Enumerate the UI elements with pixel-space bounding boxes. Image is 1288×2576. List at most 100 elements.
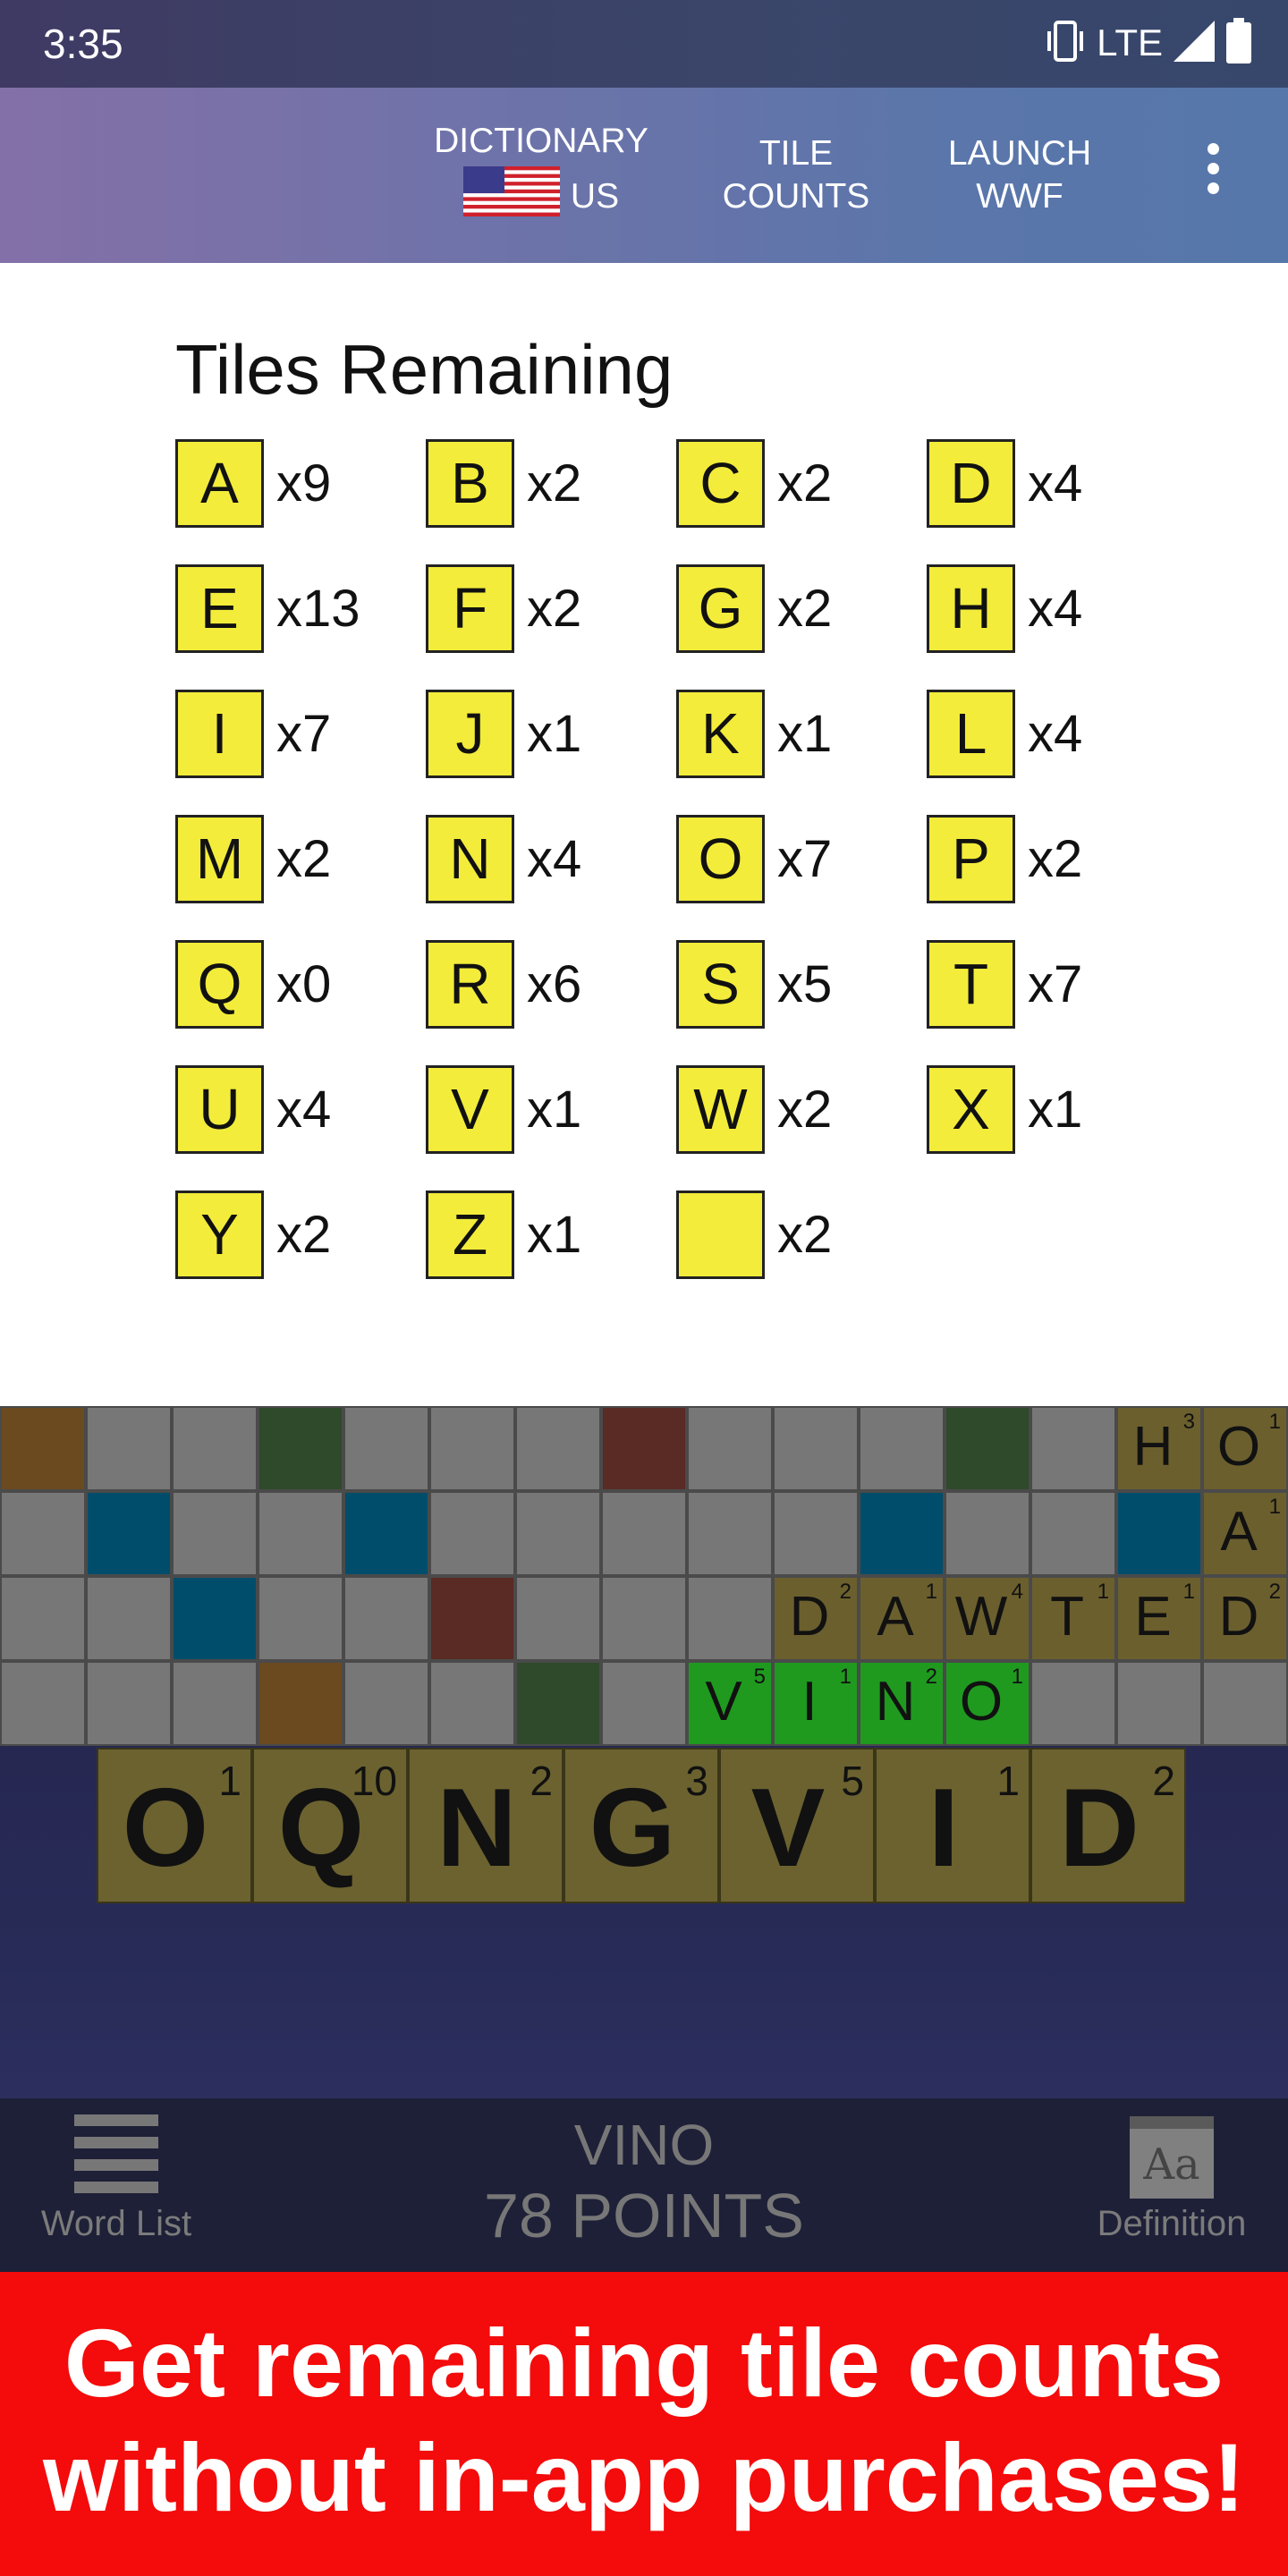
board-tile[interactable]: T1 [1030, 1576, 1116, 1661]
bonus-square[interactable] [86, 1491, 172, 1576]
board-square[interactable] [343, 1661, 429, 1746]
board-square[interactable] [172, 1491, 258, 1576]
bonus-square[interactable] [859, 1491, 945, 1576]
launch-wwf-button[interactable]: LAUNCH WWF [930, 132, 1109, 218]
tile-count-item: Vx1 [426, 1063, 667, 1156]
launch-label-1: LAUNCH [947, 134, 1092, 173]
board-square[interactable] [773, 1406, 859, 1491]
rack-tile[interactable]: D2 [1030, 1748, 1186, 1903]
game-board[interactable]: H3O1A1D2A1W4T1E1D2V5I1N2O1 [0, 1406, 1288, 1746]
bonus-square[interactable] [0, 1406, 86, 1491]
rack-tile-points: 2 [1152, 1758, 1175, 1804]
board-square[interactable] [601, 1491, 687, 1576]
board-tile[interactable]: O1 [945, 1661, 1030, 1746]
board-square[interactable] [0, 1576, 86, 1661]
board-square[interactable] [687, 1406, 773, 1491]
current-points: 78 POINTS [484, 2181, 804, 2250]
tile-count: x2 [777, 1205, 833, 1264]
rack-tile[interactable]: N2 [408, 1748, 564, 1903]
signal-icon [1172, 19, 1216, 68]
board-square[interactable] [1030, 1661, 1116, 1746]
board-tile[interactable]: I1 [773, 1661, 859, 1746]
board-square[interactable] [945, 1491, 1030, 1576]
rack-tile[interactable]: Q 10 [252, 1748, 408, 1903]
board-square[interactable] [0, 1491, 86, 1576]
board-square[interactable] [687, 1491, 773, 1576]
board-square[interactable] [172, 1406, 258, 1491]
board-square[interactable] [859, 1406, 945, 1491]
board-square[interactable] [0, 1661, 86, 1746]
bonus-square[interactable] [945, 1406, 1030, 1491]
board-tile-points: 1 [839, 1665, 852, 1689]
bonus-square[interactable] [515, 1661, 601, 1746]
tile-count-item: Kx1 [676, 687, 918, 780]
bonus-square[interactable] [601, 1406, 687, 1491]
definition-icon: Aa [1130, 2116, 1214, 2199]
tile-count: x7 [777, 829, 833, 888]
tile-counts-button[interactable]: TILE COUNTS [698, 132, 894, 218]
board-tile-points: 1 [1268, 1410, 1281, 1434]
app-bar: DICTIONARY US TILE COUNTS LAUNCH WWF [0, 88, 1288, 263]
word-list-button[interactable]: Word List [27, 2114, 206, 2244]
board-tile[interactable]: E1 [1116, 1576, 1202, 1661]
board-square[interactable] [258, 1576, 343, 1661]
definition-button[interactable]: Aa Definition [1082, 2116, 1261, 2244]
board-square[interactable] [86, 1406, 172, 1491]
board-square[interactable] [429, 1406, 515, 1491]
tile-rack[interactable]: O 1 Q 10 N 2 G 3 V 5 I 1 D 2 [97, 1748, 1186, 1903]
board-square[interactable] [343, 1576, 429, 1661]
board-tile[interactable]: O1 [1202, 1406, 1288, 1491]
tile-count: x4 [1028, 704, 1083, 763]
board-square[interactable] [601, 1661, 687, 1746]
board-tile[interactable]: D2 [773, 1576, 859, 1661]
board-tile[interactable]: H3 [1116, 1406, 1202, 1491]
board-square[interactable] [343, 1406, 429, 1491]
board-square[interactable] [515, 1406, 601, 1491]
current-word-display[interactable]: VINO 78 POINTS [394, 2111, 894, 2252]
board-tile[interactable]: W4 [945, 1576, 1030, 1661]
rack-tile[interactable]: O1 [97, 1748, 252, 1903]
more-vert-icon[interactable] [1195, 143, 1231, 206]
board-square[interactable] [429, 1491, 515, 1576]
rack-tile[interactable]: I1 [875, 1748, 1030, 1903]
board-square[interactable] [773, 1491, 859, 1576]
vibrate-icon [1043, 19, 1088, 68]
board-square[interactable] [258, 1491, 343, 1576]
tile-count-item: Ix7 [175, 687, 417, 780]
board-tile[interactable]: V5 [687, 1661, 773, 1746]
board-square[interactable] [601, 1576, 687, 1661]
board-square[interactable] [429, 1661, 515, 1746]
board-square[interactable] [86, 1661, 172, 1746]
rack-tile[interactable]: G3 [564, 1748, 719, 1903]
tile-count-item: Gx2 [676, 562, 918, 655]
bonus-square[interactable] [258, 1406, 343, 1491]
bonus-square[interactable] [343, 1491, 429, 1576]
bonus-square[interactable] [429, 1576, 515, 1661]
board-tile-letter: W [954, 1586, 1008, 1648]
board-square[interactable] [515, 1576, 601, 1661]
dictionary-button[interactable]: DICTIONARY US [429, 120, 653, 227]
rack-area: O 1 Q 10 N 2 G 3 V 5 I 1 D 2 [0, 1746, 1288, 2098]
tile-letter: W [676, 1064, 765, 1154]
board-square[interactable] [1030, 1491, 1116, 1576]
board-square[interactable] [86, 1576, 172, 1661]
board-square[interactable] [515, 1491, 601, 1576]
board-square[interactable] [1202, 1661, 1288, 1746]
board-tile[interactable]: N2 [859, 1661, 945, 1746]
board-square[interactable] [1030, 1406, 1116, 1491]
tile-count: x0 [276, 954, 332, 1013]
rack-tile[interactable]: V5 [719, 1748, 875, 1903]
tile-letter: A [175, 438, 264, 528]
board-tile[interactable]: A1 [859, 1576, 945, 1661]
board-square[interactable] [687, 1576, 773, 1661]
board-square[interactable] [172, 1661, 258, 1746]
bonus-square[interactable] [258, 1661, 343, 1746]
board-tile[interactable]: A1 [1202, 1491, 1288, 1576]
bottom-nav: Word List VINO 78 POINTS Aa Definition [0, 2098, 1288, 2272]
tile-letter: X [927, 1064, 1015, 1154]
tile-counts-label-2: COUNTS [722, 177, 870, 216]
board-square[interactable] [1116, 1661, 1202, 1746]
board-tile[interactable]: D2 [1202, 1576, 1288, 1661]
bonus-square[interactable] [1116, 1491, 1202, 1576]
bonus-square[interactable] [172, 1576, 258, 1661]
